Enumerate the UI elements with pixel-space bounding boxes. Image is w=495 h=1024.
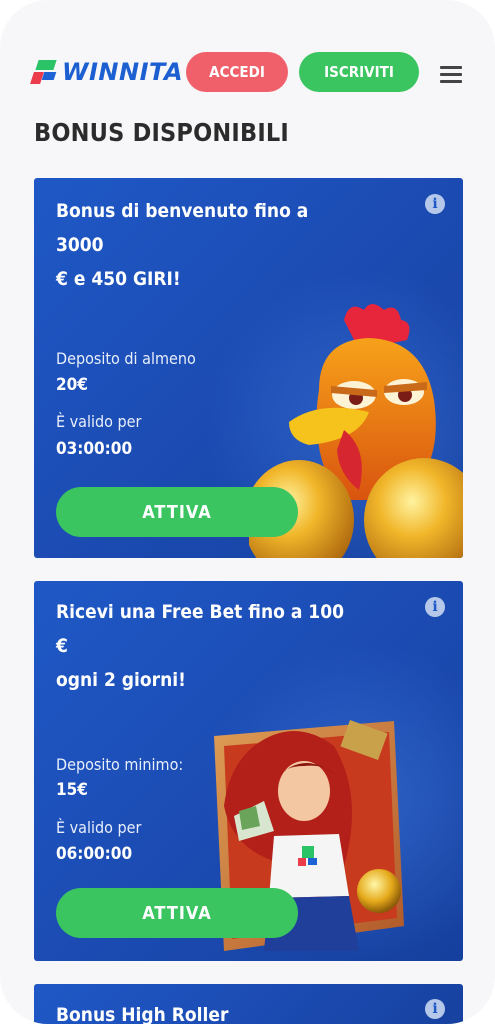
deposit-value: 20€ — [56, 375, 88, 395]
deposit-label: Deposito di almeno — [56, 349, 196, 368]
login-button[interactable]: ACCEDI — [186, 52, 288, 92]
activate-button[interactable]: ATTIVA — [56, 888, 298, 938]
page-title: BONUS DISPONIBILI — [34, 118, 289, 147]
deposit-label: Deposito minimo: — [56, 755, 184, 774]
validity-label: È valido per — [56, 412, 142, 431]
validity-value: 06:00:00 — [56, 844, 133, 864]
phone-frame: WINNITA ACCEDI ISCRIVITI BONUS DISPONIBI… — [0, 0, 495, 1024]
deposit-value: 15€ — [56, 780, 88, 800]
bonus-card-high-roller: Bonus High Roller i — [34, 984, 463, 1024]
signup-button[interactable]: ISCRIVITI — [299, 52, 419, 92]
logo-text: WINNITA — [62, 58, 184, 86]
site-header: WINNITA ACCEDI ISCRIVITI — [0, 48, 495, 100]
info-icon[interactable]: i — [425, 597, 445, 617]
validity-value: 03:00:00 — [56, 439, 133, 459]
logo-mark-icon — [30, 58, 57, 86]
activate-button[interactable]: ATTIVA — [56, 487, 298, 537]
info-icon[interactable]: i — [425, 194, 445, 214]
bonus-card-welcome: Bonus di benvenuto fino a 3000 € e 450 G… — [34, 178, 463, 558]
bonus-card-freebet: Ricevi una Free Bet fino a 100 € ogni 2 … — [34, 581, 463, 961]
hamburger-menu-icon[interactable] — [440, 64, 464, 84]
validity-label: È valido per — [56, 818, 142, 837]
bonus-card-title: Bonus High Roller — [56, 1004, 229, 1024]
bonus-card-title: Ricevi una Free Bet fino a 100 € ogni 2 … — [56, 601, 344, 691]
winnita-logo[interactable]: WINNITA — [30, 58, 183, 86]
info-icon[interactable]: i — [425, 999, 445, 1019]
bonus-card-title: Bonus di benvenuto fino a 3000 € e 450 G… — [56, 200, 309, 290]
